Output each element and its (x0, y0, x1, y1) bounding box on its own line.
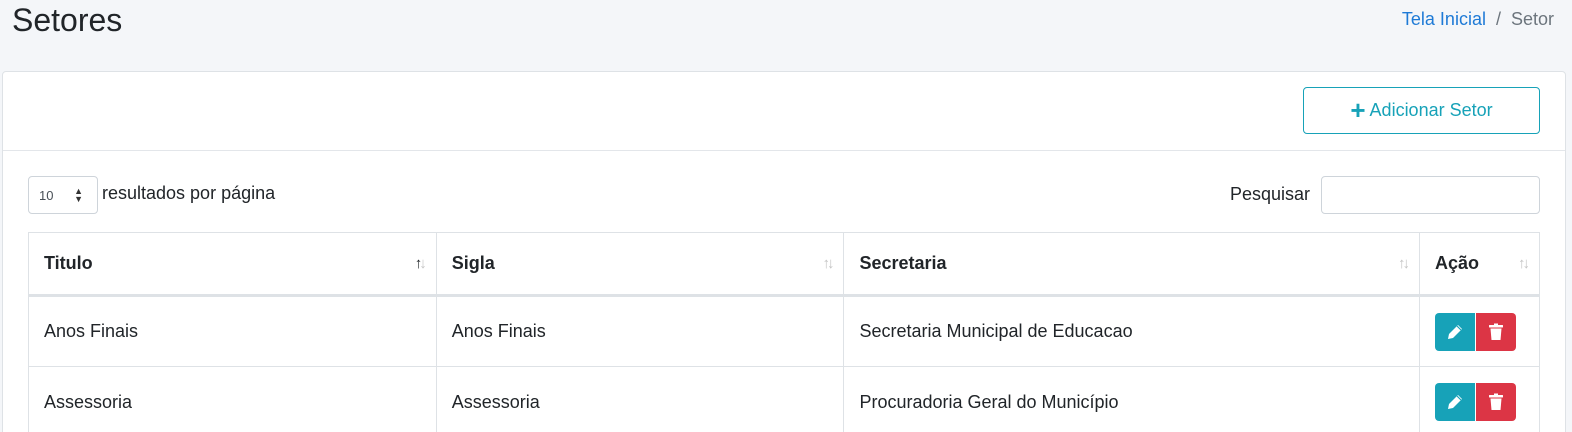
table-row: Anos Finais Anos Finais Secretaria Munic… (28, 295, 1540, 367)
sort-icon: ↑↓ (822, 255, 834, 272)
cell-actions (1419, 295, 1540, 367)
add-sector-label: Adicionar Setor (1369, 100, 1493, 120)
cell-secretaria: Secretaria Municipal de Educacao (843, 295, 1420, 367)
breadcrumb-current: Setor (1510, 9, 1554, 29)
page-length-label: resultados por página (102, 183, 276, 203)
breadcrumb-separator: / (1495, 9, 1501, 29)
sort-icon: ↑↓ (1518, 255, 1530, 272)
trash-icon (1489, 393, 1503, 410)
sort-asc-icon: ↑↓ (414, 255, 427, 272)
cell-actions (1419, 366, 1540, 432)
add-sector-button[interactable]: + Adicionar Setor (1303, 87, 1540, 134)
column-header-acao[interactable]: Ação ↑↓ (1419, 232, 1540, 297)
delete-button[interactable] (1476, 383, 1516, 421)
card-header: + Adicionar Setor (3, 72, 1565, 151)
breadcrumb-home-link[interactable]: Tela Inicial (1402, 9, 1486, 30)
search-input[interactable] (1321, 176, 1540, 214)
sectors-card: + Adicionar Setor 10 ▲ ▼ resultados por p… (2, 71, 1566, 432)
pencil-icon (1448, 395, 1462, 409)
breadcrumb: Tela Inicial / Setor (1402, 9, 1554, 30)
sectors-table: Titulo ↑↓ Sigla ↑↓ Secretaria ↑↓ Ação ↑↓ (28, 232, 1540, 432)
search-label: Pesquisar (1230, 184, 1311, 204)
cell-sigla: Assessoria (435, 366, 845, 432)
column-header-titulo[interactable]: Titulo ↑↓ (28, 232, 437, 297)
table-row: Assessoria Assessoria Procuradoria Geral… (28, 366, 1540, 432)
edit-button[interactable] (1435, 312, 1475, 351)
page-length-select[interactable]: 10 ▲ ▼ (28, 176, 98, 214)
column-header-sigla[interactable]: Sigla ↑↓ (435, 232, 845, 297)
trash-icon (1489, 323, 1503, 340)
pencil-icon (1448, 324, 1462, 339)
cell-secretaria: Procuradoria Geral do Município (843, 366, 1420, 432)
cell-sigla: Anos Finais (435, 295, 845, 367)
table-header-row: Titulo ↑↓ Sigla ↑↓ Secretaria ↑↓ Ação ↑↓ (28, 232, 1540, 297)
sort-arrows-icon: ▲ ▼ (74, 186, 83, 204)
page-title: Setores (12, 2, 123, 38)
delete-button[interactable] (1476, 312, 1516, 351)
column-header-secretaria[interactable]: Secretaria ↑↓ (843, 232, 1420, 297)
row-actions (1435, 383, 1524, 421)
plus-icon: + (1350, 94, 1366, 125)
cell-titulo: Anos Finais (28, 295, 437, 367)
sort-icon: ↑↓ (1398, 255, 1410, 272)
page-length-value: 10 (39, 187, 54, 203)
edit-button[interactable] (1435, 383, 1475, 421)
cell-titulo: Assessoria (28, 366, 437, 432)
row-actions (1435, 312, 1524, 351)
